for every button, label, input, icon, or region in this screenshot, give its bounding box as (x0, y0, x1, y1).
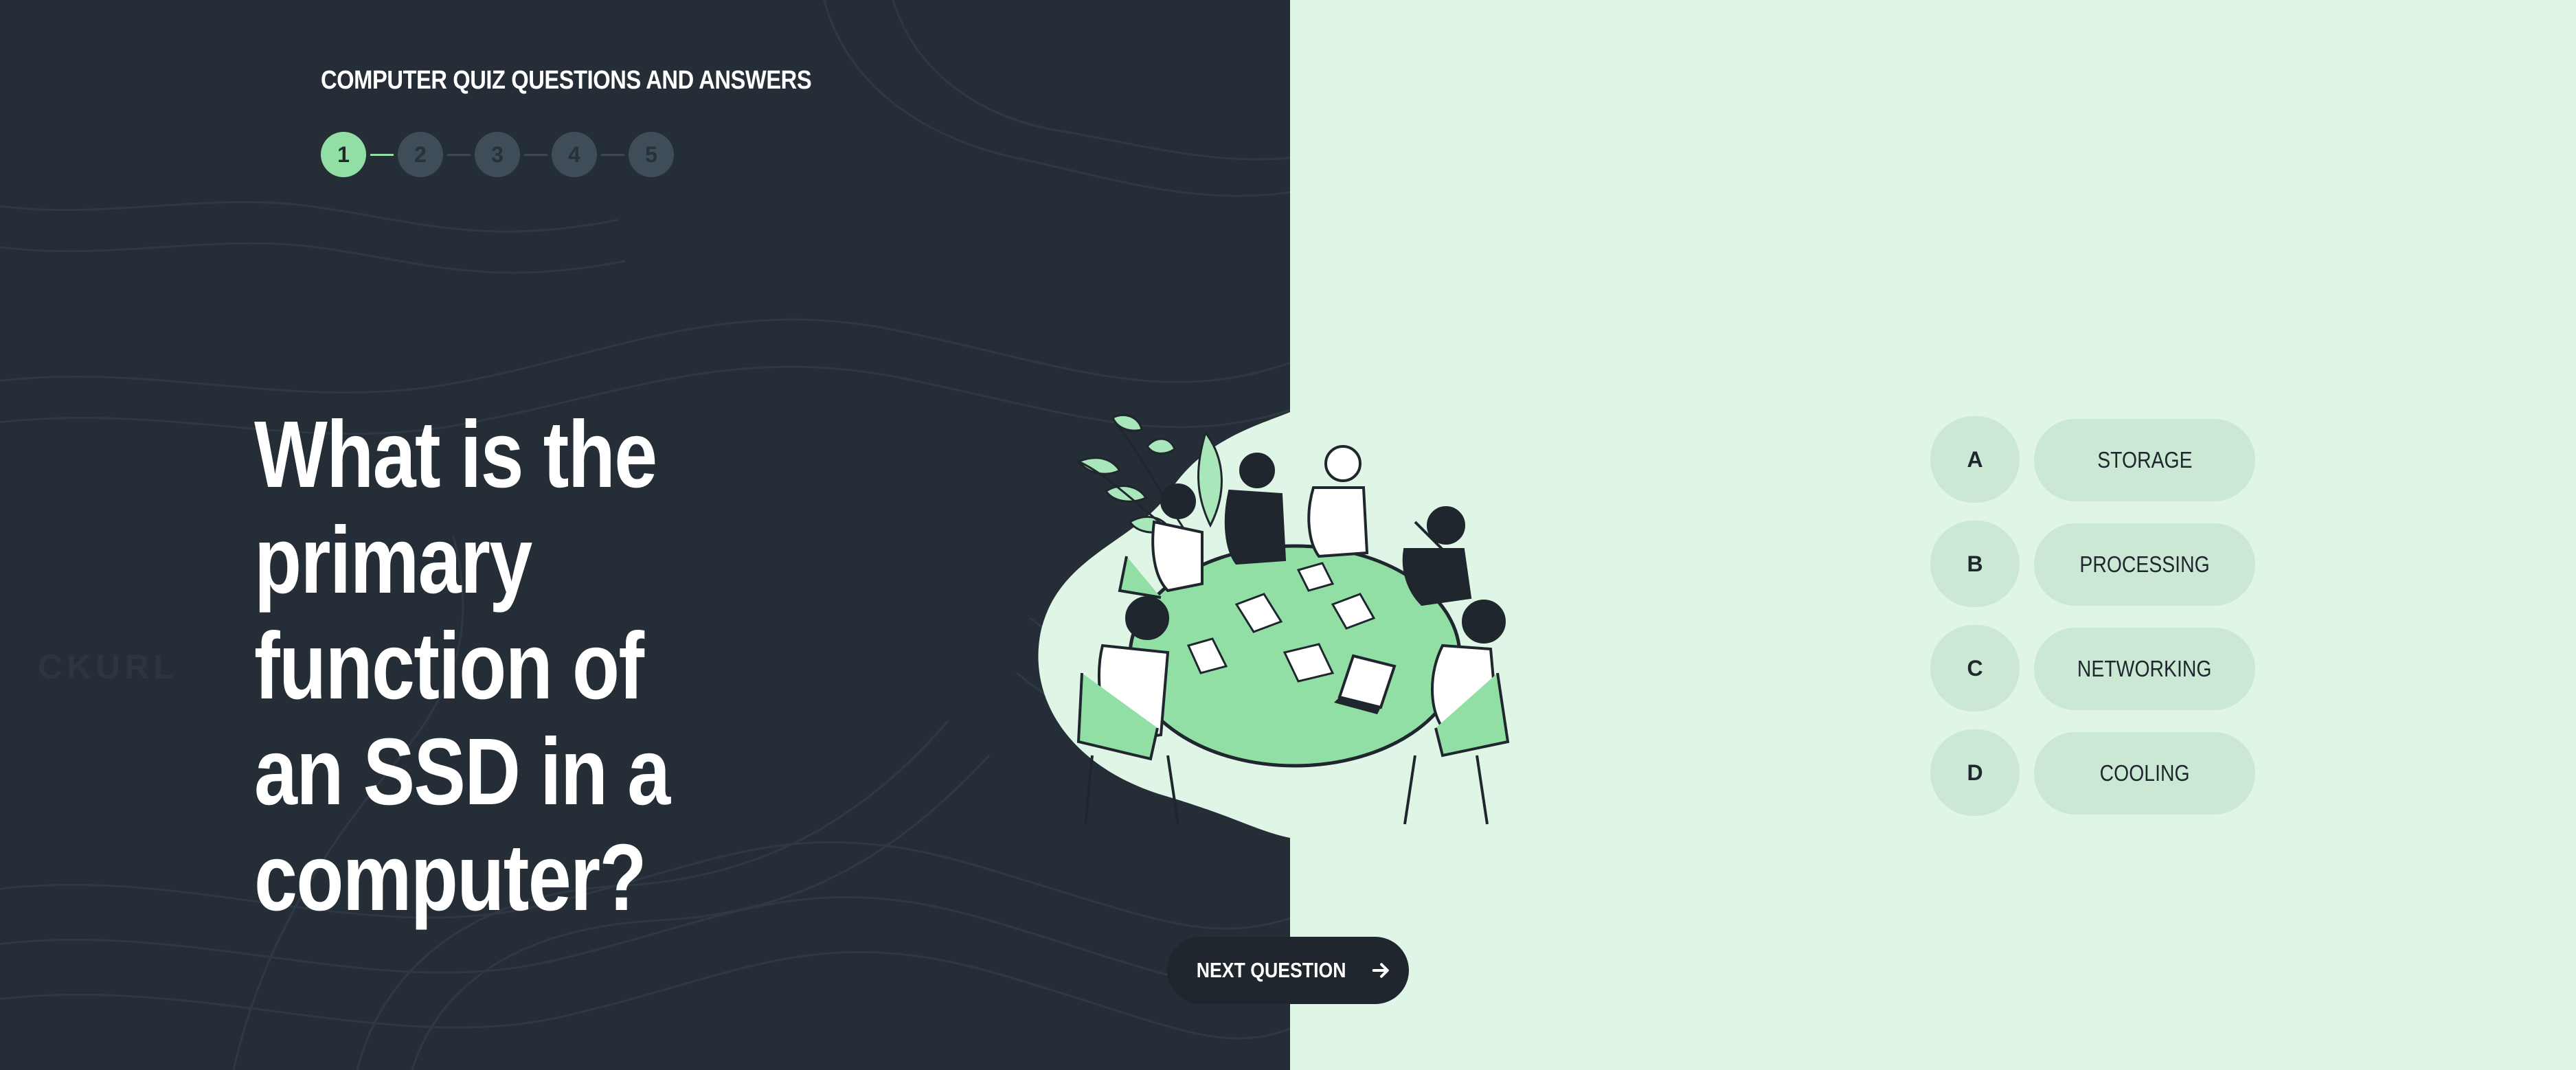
question-text: What is the primary function of an SSD i… (254, 402, 670, 931)
next-question-button[interactable]: NEXT QUESTION (1167, 937, 1409, 1004)
answer-label-d: COOLING (2099, 760, 2190, 786)
answer-label-a: STORAGE (2097, 447, 2193, 473)
step-5[interactable]: 5 (629, 132, 674, 177)
answer-row-b: B PROCESSING (1930, 521, 2260, 607)
answer-letter-c[interactable]: C (1930, 625, 2020, 712)
quiz-title: COMPUTER QUIZ QUESTIONS AND ANSWERS (321, 66, 812, 95)
step-4[interactable]: 4 (552, 132, 597, 177)
progress-steps: 1 2 3 4 5 (321, 132, 674, 177)
answer-label-b: PROCESSING (2079, 551, 2210, 577)
step-1[interactable]: 1 (321, 132, 366, 177)
next-question-label: NEXT QUESTION (1197, 958, 1346, 982)
answer-row-a: A STORAGE (1930, 416, 2260, 503)
step-2[interactable]: 2 (398, 132, 443, 177)
step-connector (601, 153, 624, 156)
step-3[interactable]: 3 (475, 132, 520, 177)
answer-letter-d[interactable]: D (1930, 729, 2020, 816)
answer-option-b[interactable]: PROCESSING (2034, 523, 2255, 606)
background-watermark-text: CKURL (38, 648, 179, 686)
answer-row-c: C NETWORKING (1930, 625, 2260, 712)
answer-option-a[interactable]: STORAGE (2034, 419, 2255, 501)
step-connector (524, 153, 547, 156)
answer-label-c: NETWORKING (2077, 656, 2212, 681)
arrow-right-icon (1372, 963, 1389, 978)
answer-row-d: D COOLING (1930, 729, 2260, 816)
team-meeting-illustration (1038, 412, 1510, 838)
step-connector (370, 153, 394, 156)
step-connector (447, 153, 471, 156)
answer-letter-b[interactable]: B (1930, 521, 2020, 607)
answer-option-d[interactable]: COOLING (2034, 732, 2255, 815)
answer-option-c[interactable]: NETWORKING (2034, 628, 2255, 710)
answer-letter-a[interactable]: A (1930, 416, 2020, 503)
